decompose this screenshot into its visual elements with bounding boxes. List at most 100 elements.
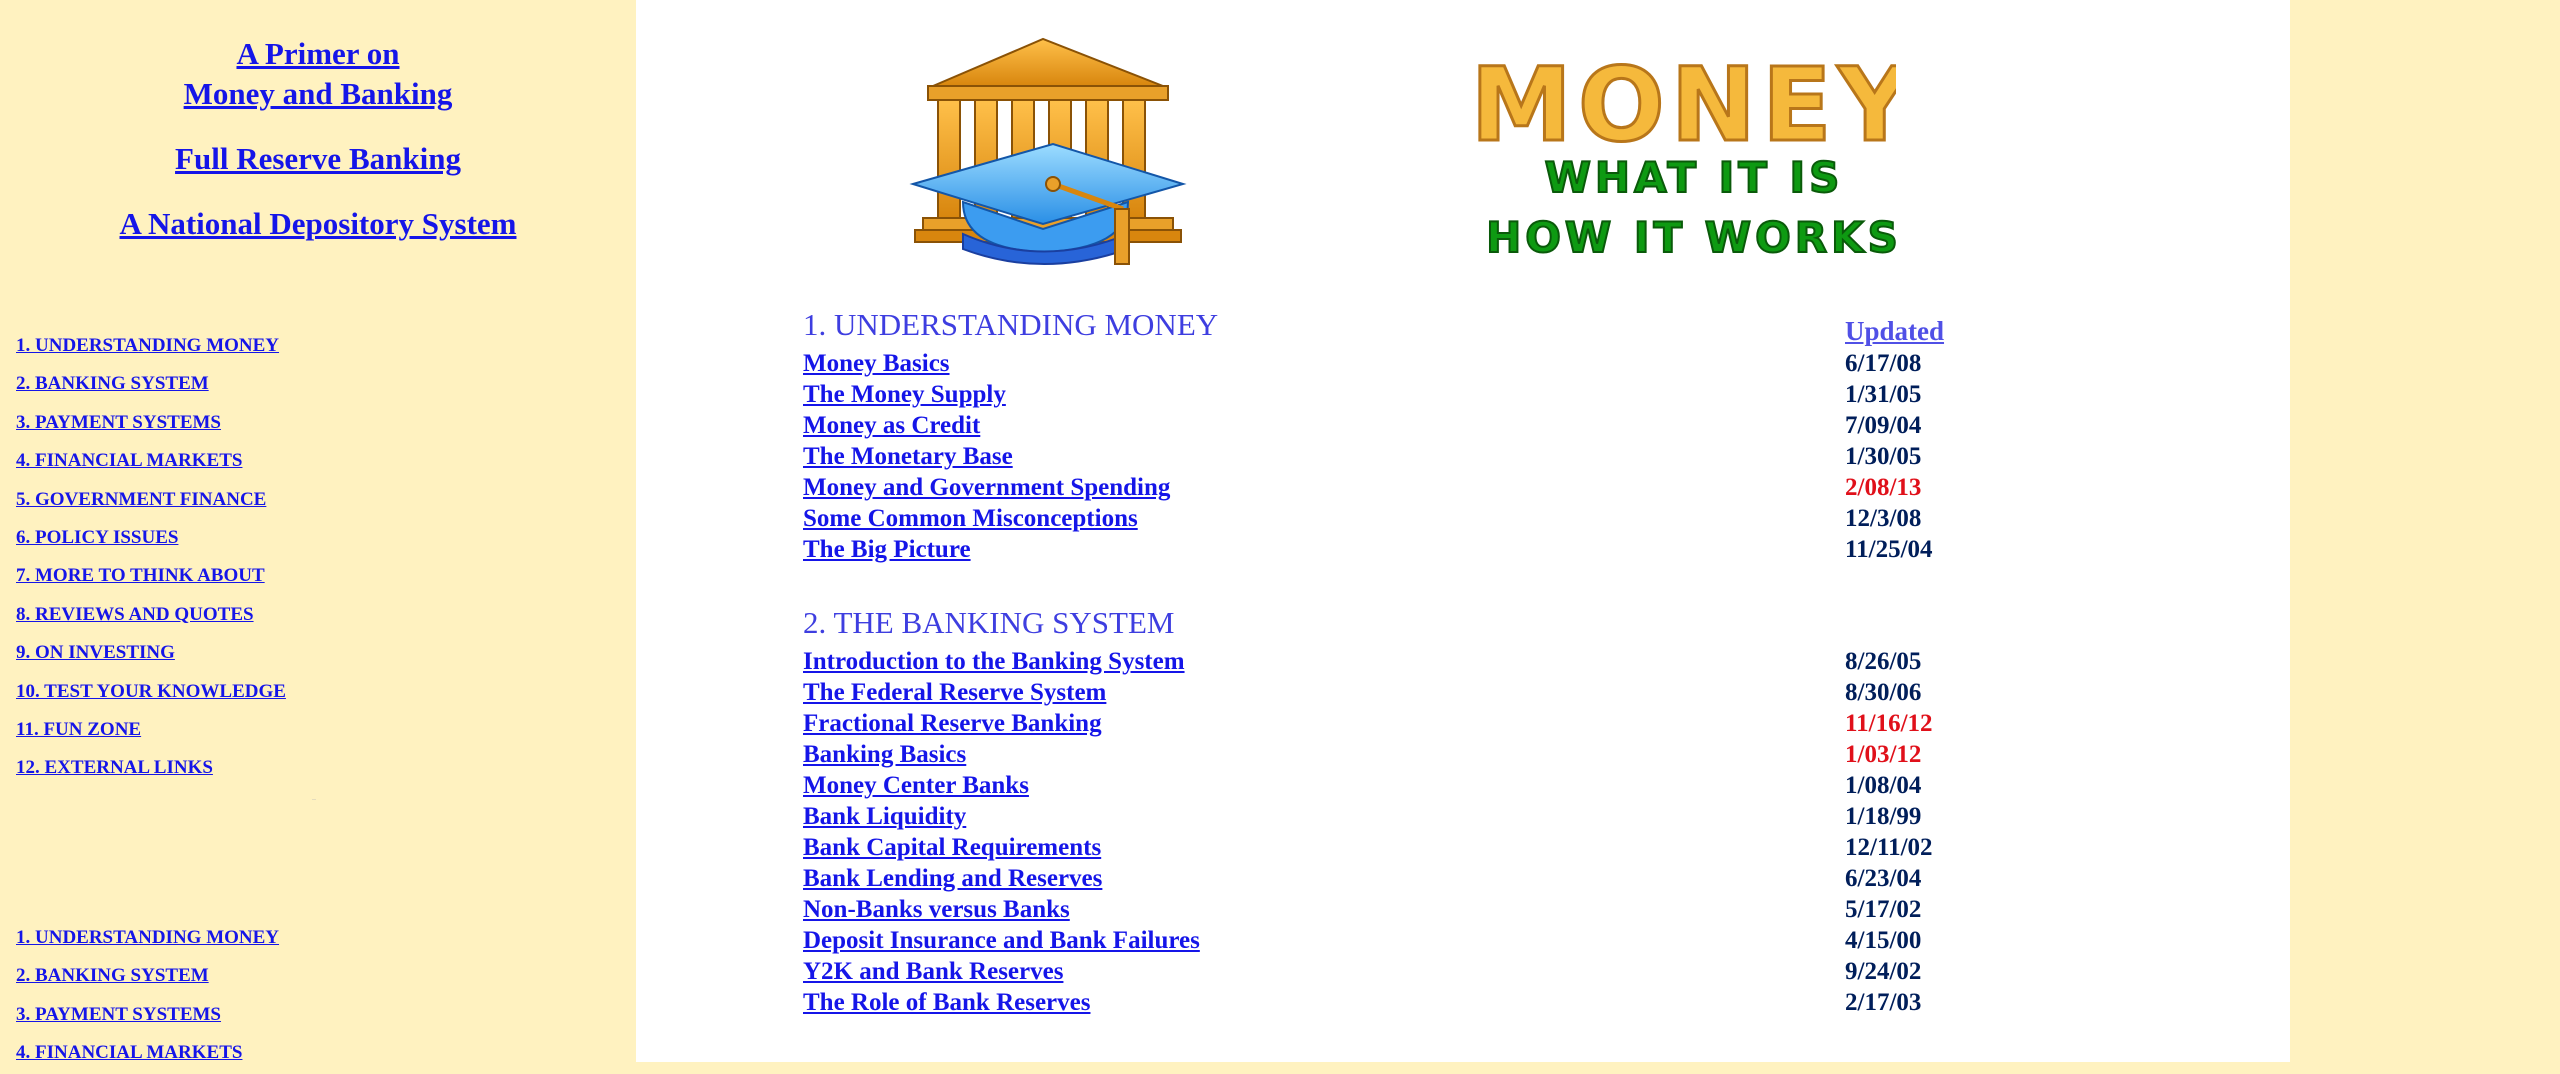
sidebar: A Primer on Money and Banking Full Reser… — [0, 0, 636, 1063]
article-link[interactable]: Y2K and Bank Reserves — [803, 958, 1063, 985]
nav-item: 1. UNDERSTANDING MONEY — [16, 919, 279, 957]
nav-link-fun-zone[interactable]: 11. FUN ZONE — [16, 719, 141, 740]
section-heading: 1. UNDERSTANDING MONEY — [803, 307, 1219, 342]
nav-link-reviews-and-quotes[interactable]: 8. REVIEWS AND QUOTES — [16, 604, 254, 625]
nav-link-understanding-money[interactable]: 1. UNDERSTANDING MONEY — [16, 335, 279, 356]
article-link[interactable]: Bank Liquidity — [803, 803, 966, 830]
article-link[interactable]: Money and Government Spending — [803, 474, 1170, 501]
nav-link-more-to-think-about[interactable]: 7. MORE TO THINK ABOUT — [16, 565, 265, 586]
article-link[interactable]: Non-Banks versus Banks — [803, 896, 1070, 923]
nav-item: 4. FINANCIAL MARKETS — [16, 442, 286, 480]
article-row: The Monetary Base 1/30/05 — [803, 441, 2003, 472]
article-link[interactable]: Bank Capital Requirements — [803, 834, 1101, 861]
article-link[interactable]: Money as Credit — [803, 412, 980, 439]
updated-date: 1/30/05 — [1845, 443, 1922, 470]
updated-date: 5/17/02 — [1845, 896, 1922, 923]
nav-item: 2. BANKING SYSTEM — [16, 957, 279, 995]
section-heading: 2. THE BANKING SYSTEM — [803, 605, 1175, 640]
nav-item: 3. PAYMENT SYSTEMS — [16, 996, 279, 1034]
nav-link-government-finance[interactable]: 5. GOVERNMENT FINANCE — [16, 489, 266, 510]
updated-date: 1/18/99 — [1845, 803, 1922, 830]
article-link[interactable]: The Federal Reserve System — [803, 679, 1106, 706]
sidebar-nav: 1. UNDERSTANDING MONEY 2. BANKING SYSTEM… — [16, 327, 286, 788]
nav-link-payment-systems[interactable]: 3. PAYMENT SYSTEMS — [16, 412, 221, 433]
article-link[interactable]: The Money Supply — [803, 381, 1006, 408]
section-understanding-money: 1. UNDERSTANDING MONEY Money Basics 6/17/… — [803, 305, 2003, 565]
bank-graduation-cap-icon — [909, 37, 1187, 265]
sidebar-top-links: A Primer on Money and Banking Full Reser… — [0, 34, 636, 244]
article-link[interactable]: Money Basics — [803, 350, 950, 377]
nav-item: 7. MORE TO THINK ABOUT — [16, 557, 286, 595]
primer-link-line1: A Primer on — [236, 36, 400, 71]
article-row: Introduction to the Banking System 8/26/0… — [803, 646, 2003, 677]
article-row: The Federal Reserve System 8/30/06 — [803, 677, 2003, 708]
money-title-logo: MONEY WHAT IT IS HOW IT WORKS — [1476, 45, 1896, 264]
article-link[interactable]: Introduction to the Banking System — [803, 648, 1185, 675]
article-link[interactable]: Banking Basics — [803, 741, 966, 768]
sidebar-separator-dots: .. — [312, 793, 316, 802]
article-row: Fractional Reserve Banking 11/16/12 — [803, 708, 2003, 739]
nav-link-banking-system[interactable]: 2. BANKING SYSTEM — [16, 373, 209, 394]
nav-item: 3. PAYMENT SYSTEMS — [16, 404, 286, 442]
updated-date: 4/15/00 — [1845, 927, 1922, 954]
nav-link-financial-markets[interactable]: 4. FINANCIAL MARKETS — [16, 450, 242, 471]
money-word: MONEY — [1476, 46, 1896, 165]
updated-date: 9/24/02 — [1845, 958, 1922, 985]
national-depository-link[interactable]: A National Depository System — [0, 204, 636, 244]
updated-date: 8/30/06 — [1845, 679, 1922, 706]
article-link[interactable]: Fractional Reserve Banking — [803, 710, 1102, 737]
updated-date-recent: 11/16/12 — [1845, 710, 1933, 737]
article-row: Bank Capital Requirements 12/11/02 — [803, 832, 2003, 863]
article-row: Money Basics 6/17/08 — [803, 348, 2003, 379]
article-link[interactable]: The Big Picture — [803, 536, 971, 563]
what-it-is-subtitle: WHAT IT IS — [1545, 153, 1844, 202]
article-link[interactable]: The Monetary Base — [803, 443, 1013, 470]
nav-link-financial-markets[interactable]: 4. FINANCIAL MARKETS — [16, 1042, 242, 1063]
article-link[interactable]: Deposit Insurance and Bank Failures — [803, 927, 1200, 954]
article-row: Money as Credit 7/09/04 — [803, 410, 2003, 441]
article-link[interactable]: The Role of Bank Reserves — [803, 989, 1090, 1016]
article-row: The Big Picture 11/25/04 — [803, 534, 2003, 565]
nav-item: 5. GOVERNMENT FINANCE — [16, 481, 286, 519]
nav-link-payment-systems[interactable]: 3. PAYMENT SYSTEMS — [16, 1004, 221, 1025]
right-margin — [2290, 0, 2560, 1062]
article-row: The Money Supply 1/31/05 — [803, 379, 2003, 410]
article-row: Deposit Insurance and Bank Failures 4/15/… — [803, 925, 2003, 956]
updated-date: 12/3/08 — [1845, 505, 1922, 532]
updated-date: 12/11/02 — [1845, 834, 1933, 861]
nav-item: 12. EXTERNAL LINKS — [16, 749, 286, 787]
article-row: Bank Liquidity 1/18/99 — [803, 801, 2003, 832]
updated-date-recent: 1/03/12 — [1845, 741, 1922, 768]
updated-date: 11/25/04 — [1845, 536, 1933, 563]
article-row: Some Common Misconceptions 12/3/08 — [803, 503, 2003, 534]
nav-item: 9. ON INVESTING — [16, 634, 286, 672]
nav-link-policy-issues[interactable]: 6. POLICY ISSUES — [16, 527, 178, 548]
nav-item: 2. BANKING SYSTEM — [16, 365, 286, 403]
nav-item: 6. POLICY ISSUES — [16, 519, 286, 557]
how-it-works-subtitle: HOW IT WORKS — [1486, 213, 1896, 262]
nav-link-external-links[interactable]: 12. EXTERNAL LINKS — [16, 757, 213, 778]
article-link[interactable]: Bank Lending and Reserves — [803, 865, 1102, 892]
nav-item: 4. FINANCIAL MARKETS — [16, 1034, 279, 1072]
nav-link-banking-system[interactable]: 2. BANKING SYSTEM — [16, 965, 209, 986]
nav-item: 8. REVIEWS AND QUOTES — [16, 596, 286, 634]
article-link[interactable]: Some Common Misconceptions — [803, 505, 1138, 532]
article-row: The Role of Bank Reserves 2/17/03 — [803, 987, 2003, 1018]
nav-link-on-investing[interactable]: 9. ON INVESTING — [16, 642, 175, 663]
nav-item: 1. UNDERSTANDING MONEY — [16, 327, 286, 365]
article-row: Y2K and Bank Reserves 9/24/02 — [803, 956, 2003, 987]
updated-date: 1/31/05 — [1845, 381, 1922, 408]
updated-date: 1/08/04 — [1845, 772, 1922, 799]
article-row: Banking Basics 1/03/12 — [803, 739, 2003, 770]
article-link[interactable]: Money Center Banks — [803, 772, 1029, 799]
nav-link-understanding-money[interactable]: 1. UNDERSTANDING MONEY — [16, 927, 279, 948]
article-row: Non-Banks versus Banks 5/17/02 — [803, 894, 2003, 925]
nav-item: 11. FUN ZONE — [16, 711, 286, 749]
primer-link-line2: Money and Banking — [183, 76, 453, 111]
updated-date: 8/26/05 — [1845, 648, 1922, 675]
primer-link[interactable]: A Primer on Money and Banking — [0, 34, 636, 114]
nav-link-test-your-knowledge[interactable]: 10. TEST YOUR KNOWLEDGE — [16, 681, 286, 702]
full-reserve-link[interactable]: Full Reserve Banking — [0, 139, 636, 179]
article-row: Bank Lending and Reserves 6/23/04 — [803, 863, 2003, 894]
updated-date: 2/17/03 — [1845, 989, 1922, 1016]
